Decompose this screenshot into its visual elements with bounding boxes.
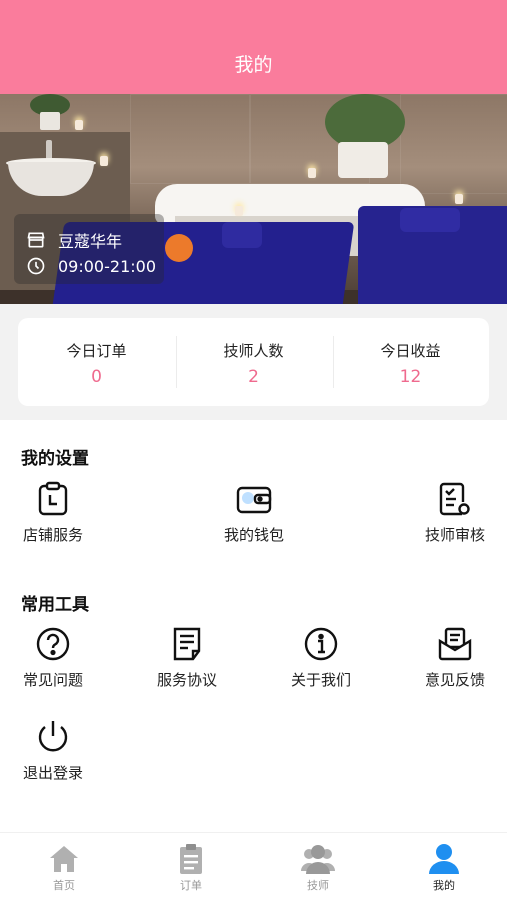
feedback-button[interactable]: 意见反馈 xyxy=(415,625,495,690)
shop-hours: 09:00-21:00 xyxy=(58,256,156,276)
faq-button[interactable]: 常见问题 xyxy=(13,625,93,690)
page-title: 我的 xyxy=(234,54,273,76)
tab-label: 首页 xyxy=(53,879,75,892)
tool-label: 常见问题 xyxy=(22,671,83,689)
feedback-mail-icon xyxy=(438,627,472,661)
tab-orders[interactable]: 订单 xyxy=(156,843,226,893)
clipboard-clock-icon xyxy=(38,481,68,516)
tab-mine[interactable]: 我的 xyxy=(409,843,479,893)
shop-name-row: 豆蔻华年 xyxy=(26,228,122,252)
shop-hours-row: 09:00-21:00 xyxy=(26,256,156,276)
stat-technician-count[interactable]: 技师人数 2 xyxy=(175,340,332,387)
my-wallet-button[interactable]: 我的钱包 xyxy=(214,480,294,545)
tool-label: 店铺服务 xyxy=(22,526,83,544)
power-icon xyxy=(38,721,68,752)
stat-label: 今日订单 xyxy=(66,342,127,360)
checklist-icon xyxy=(439,482,470,516)
settings-section-title: 我的设置 xyxy=(21,449,89,469)
shop-name: 豆蔻华年 xyxy=(58,232,123,251)
user-icon xyxy=(429,844,459,874)
clock-icon xyxy=(27,257,45,275)
tab-label: 我的 xyxy=(433,879,455,892)
tab-home[interactable]: 首页 xyxy=(29,843,99,893)
tool-label: 我的钱包 xyxy=(223,526,284,544)
document-icon xyxy=(173,627,201,661)
tool-label: 退出登录 xyxy=(22,764,83,782)
stat-value: 0 xyxy=(91,367,102,387)
tool-label: 技师审核 xyxy=(424,526,485,544)
stat-value: 2 xyxy=(248,367,259,387)
wallet-icon xyxy=(236,486,272,514)
technician-review-button[interactable]: 技师审核 xyxy=(415,480,495,545)
service-agreement-button[interactable]: 服务协议 xyxy=(147,625,227,690)
tab-label: 订单 xyxy=(180,879,202,892)
logout-button[interactable]: 退出登录 xyxy=(13,718,93,783)
bottom-tab-bar: 首页 订单 技师 我的 xyxy=(0,832,507,900)
technician-icon xyxy=(301,845,335,874)
stats-card: 今日订单 0 技师人数 2 今日收益 12 xyxy=(18,318,489,406)
top-header: 我的 xyxy=(0,0,507,94)
order-icon xyxy=(180,844,202,874)
shop-service-button[interactable]: 店铺服务 xyxy=(13,480,93,545)
stat-label: 技师人数 xyxy=(223,342,284,360)
tool-label: 关于我们 xyxy=(290,671,351,689)
home-icon xyxy=(50,846,78,872)
tool-label: 意见反馈 xyxy=(424,671,485,689)
question-icon xyxy=(36,627,70,661)
about-us-button[interactable]: 关于我们 xyxy=(281,625,361,690)
stat-today-orders[interactable]: 今日订单 0 xyxy=(18,340,175,387)
tab-label: 技师 xyxy=(307,879,329,892)
tab-technicians[interactable]: 技师 xyxy=(283,843,353,893)
store-icon xyxy=(27,232,45,248)
stat-value: 12 xyxy=(399,367,422,387)
stat-today-income[interactable]: 今日收益 12 xyxy=(332,340,489,387)
tools-section-title: 常用工具 xyxy=(21,595,89,615)
info-icon xyxy=(304,627,338,661)
tool-label: 服务协议 xyxy=(156,671,217,689)
stat-label: 今日收益 xyxy=(380,342,441,360)
